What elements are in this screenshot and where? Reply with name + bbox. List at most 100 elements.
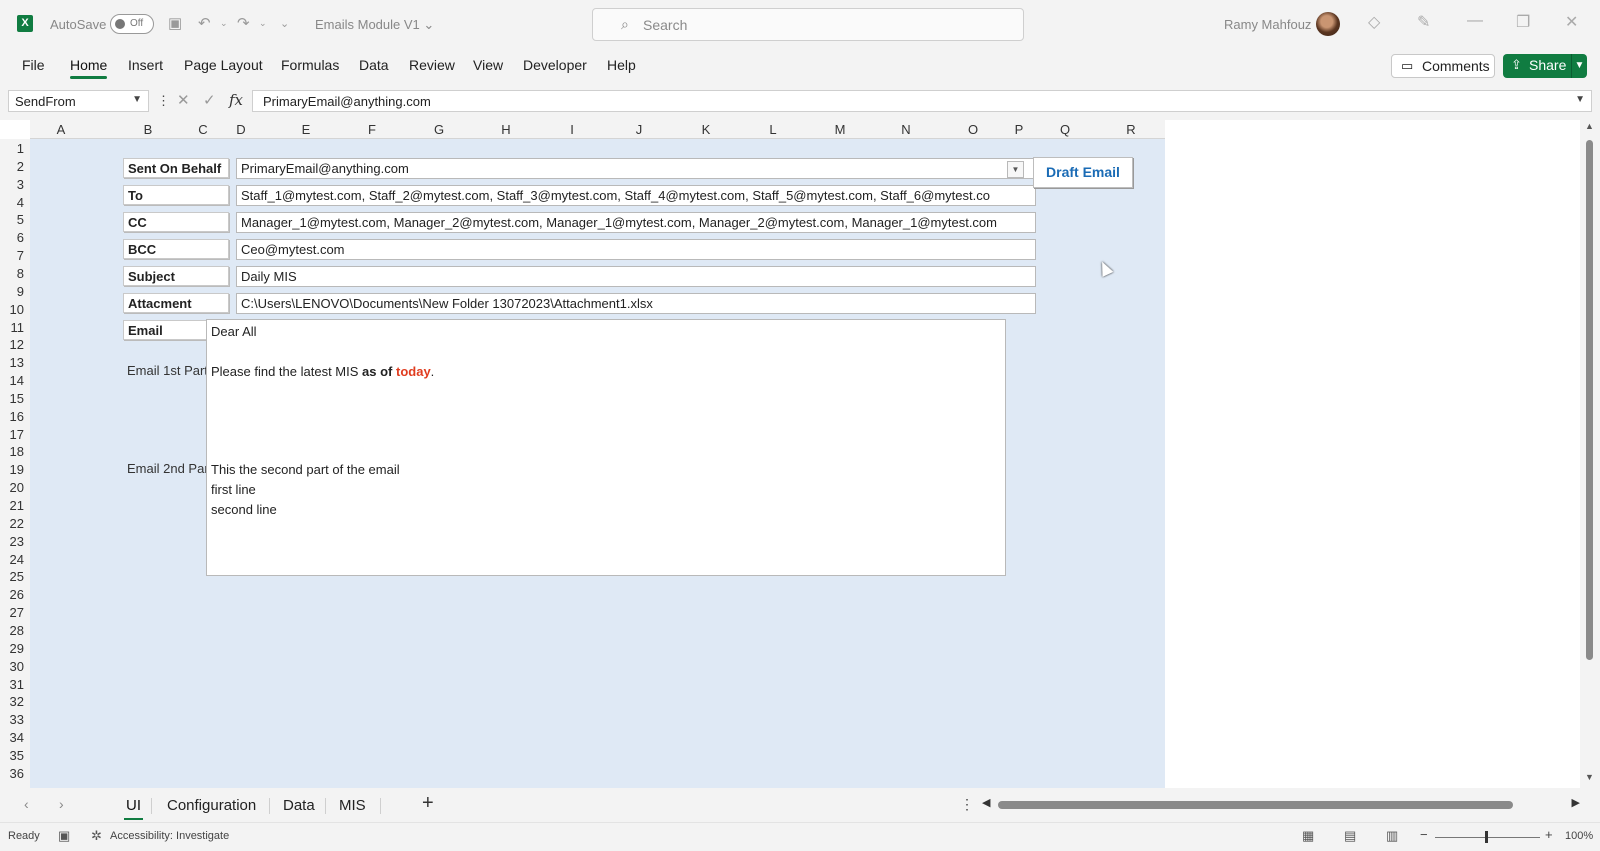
to-field[interactable]: Staff_1@mytest.com, Staff_2@mytest.com, … [236,185,1036,206]
row-header-3[interactable]: 3 [0,177,24,192]
row-header-27[interactable]: 27 [0,605,24,620]
zoom-slider-thumb[interactable] [1485,831,1488,843]
row-header-7[interactable]: 7 [0,248,24,263]
customize-toolbar-icon[interactable]: ⌄ [280,17,289,30]
zoom-out-icon[interactable]: − [1420,827,1428,842]
row-header-21[interactable]: 21 [0,498,24,513]
diamond-icon[interactable]: ◇ [1368,12,1380,32]
page-break-view-icon[interactable]: ▥ [1386,828,1398,844]
scroll-left-icon[interactable]: ◀ [982,796,990,809]
column-header-k[interactable]: K [702,122,711,137]
row-header-28[interactable]: 28 [0,623,24,638]
column-header-n[interactable]: N [901,122,910,137]
redo-dropdown-icon[interactable]: ⌄ [259,18,267,29]
search-box[interactable]: ⌕ Search [592,8,1024,41]
sent-on-behalf-field[interactable]: PrimaryEmail@anything.com [236,158,1036,179]
row-header-18[interactable]: 18 [0,444,24,459]
expand-formula-icon[interactable]: ▼ [1575,94,1585,105]
row-header-20[interactable]: 20 [0,480,24,495]
column-header-e[interactable]: E [302,122,311,137]
accessibility-status[interactable]: Accessibility: Investigate [110,830,229,842]
sheet-tab-configuration[interactable]: Configuration [167,797,256,814]
sheet-tab-data[interactable]: Data [283,797,315,814]
column-header-i[interactable]: I [570,122,574,137]
zoom-level[interactable]: 100% [1565,830,1593,842]
tab-file[interactable]: File [22,57,45,73]
subject-field[interactable]: Daily MIS [236,266,1036,287]
tab-page-layout[interactable]: Page Layout [184,57,263,73]
redo-icon[interactable]: ↷ [237,14,250,32]
tab-review[interactable]: Review [409,57,455,73]
scroll-up-icon[interactable]: ▲ [1585,121,1594,131]
document-title[interactable]: Emails Module V1 ⌄ [315,17,434,33]
tab-insert[interactable]: Insert [128,57,163,73]
scroll-thumb[interactable] [1586,140,1593,660]
formula-input[interactable]: PrimaryEmail@anything.com ▼ [252,90,1592,112]
comments-button[interactable]: ▭ Comments [1391,54,1495,78]
vertical-scrollbar[interactable]: ▲ ▼ [1580,120,1600,788]
horizontal-scrollbar[interactable]: ◀ ▶ [982,796,1580,814]
row-header-33[interactable]: 33 [0,712,24,727]
row-header-10[interactable]: 10 [0,302,24,317]
user-name[interactable]: Ramy Mahfouz [1224,17,1311,32]
tab-help[interactable]: Help [607,57,636,73]
cancel-icon[interactable]: ✕ [177,91,190,109]
undo-icon[interactable]: ↶ [198,14,211,32]
save-icon[interactable]: ▣ [168,14,182,32]
close-icon[interactable]: ✕ [1565,12,1578,32]
column-header-o[interactable]: O [968,122,978,137]
autosave-toggle[interactable]: Off [110,14,154,34]
column-header-a[interactable]: A [57,122,66,137]
email-body-field[interactable]: Dear All Please find the latest MIS as o… [206,319,1006,576]
next-sheet-icon[interactable]: › [59,796,64,812]
tab-formulas[interactable]: Formulas [281,57,339,73]
tab-data[interactable]: Data [359,57,389,73]
row-header-13[interactable]: 13 [0,355,24,370]
column-header-r[interactable]: R [1126,122,1135,137]
pen-icon[interactable]: ✎ [1417,12,1430,32]
column-header-m[interactable]: M [835,122,846,137]
scroll-thumb[interactable] [998,801,1513,809]
column-header-j[interactable]: J [636,122,643,137]
row-header-32[interactable]: 32 [0,694,24,709]
worksheet-grid[interactable]: ABCDEFGHIJKLMNOPQR 1 2 3 4 5 6 7 8 9 10 11 12 13 14 15… [0,120,1600,788]
row-header-14[interactable]: 14 [0,373,24,388]
macro-record-icon[interactable]: ▣ [58,828,70,844]
row-header-36[interactable]: 36 [0,766,24,781]
row-header-15[interactable]: 15 [0,391,24,406]
empty-sheet-area[interactable] [1165,120,1580,788]
row-header-6[interactable]: 6 [0,230,24,245]
bcc-field[interactable]: Ceo@mytest.com [236,239,1036,260]
column-header-p[interactable]: P [1015,122,1024,137]
page-layout-view-icon[interactable]: ▤ [1344,828,1356,844]
attachment-field[interactable]: C:\Users\LENOVO\Documents\New Folder 130… [236,293,1036,314]
row-header-34[interactable]: 34 [0,730,24,745]
scroll-right-icon[interactable]: ▶ [1572,796,1580,809]
normal-view-icon[interactable]: ▦ [1302,828,1314,844]
row-header-16[interactable]: 16 [0,409,24,424]
chevron-down-icon[interactable]: ▼ [132,94,142,105]
row-header-2[interactable]: 2 [0,159,24,174]
row-header-24[interactable]: 24 [0,552,24,567]
column-header-l[interactable]: L [769,122,776,137]
column-header-g[interactable]: G [434,122,444,137]
insert-function-icon[interactable]: fx [229,91,243,109]
name-box[interactable]: SendFrom ▼ [8,90,149,112]
row-header-12[interactable]: 12 [0,337,24,352]
column-header-f[interactable]: F [368,122,376,137]
avatar[interactable] [1316,12,1340,36]
column-header-c[interactable]: C [198,122,207,137]
row-header-25[interactable]: 25 [0,569,24,584]
tab-view[interactable]: View [473,57,503,73]
restore-icon[interactable]: ❐ [1516,12,1530,32]
row-header-30[interactable]: 30 [0,659,24,674]
row-header-8[interactable]: 8 [0,266,24,281]
row-header-9[interactable]: 9 [0,284,24,299]
row-header-26[interactable]: 26 [0,587,24,602]
chevron-down-icon[interactable]: ▼ [1571,54,1587,78]
row-header-29[interactable]: 29 [0,641,24,656]
row-header-11[interactable]: 11 [0,320,25,335]
undo-dropdown-icon[interactable]: ⌄ [220,18,228,29]
more-options-icon[interactable]: ⋮ [157,93,170,109]
draft-email-button[interactable]: Draft Email [1033,157,1133,188]
